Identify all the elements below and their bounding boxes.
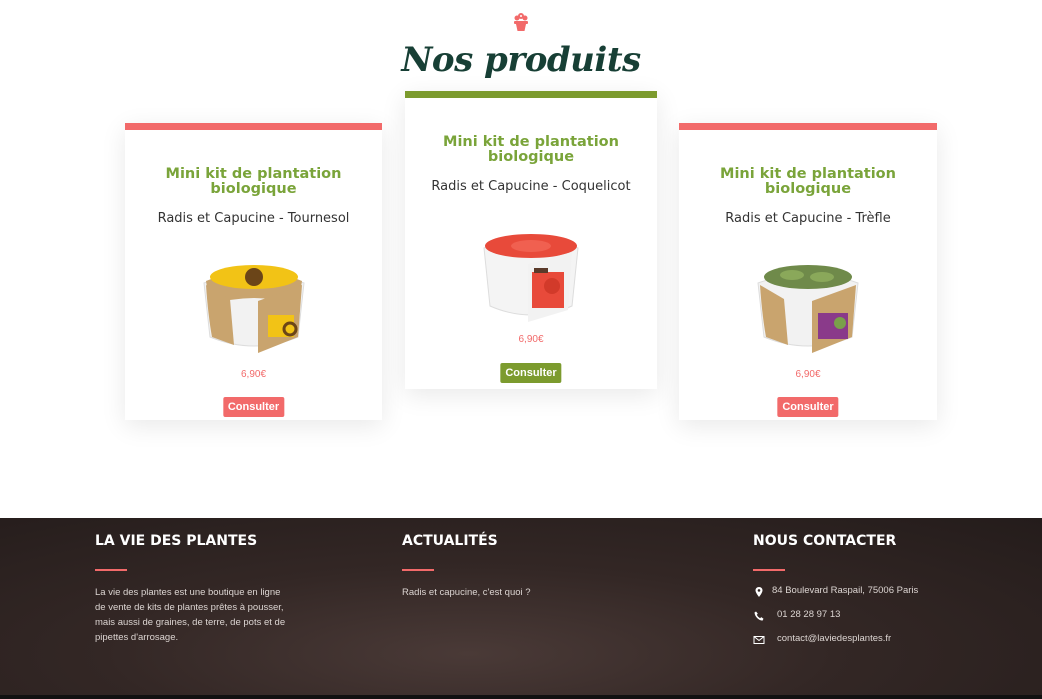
- footer-about-title: LA VIE DES PLANTES: [95, 533, 258, 549]
- product-price: 6,90€: [518, 334, 544, 345]
- product-subtitle: Radis et Capucine - Tournesol: [157, 211, 350, 226]
- bottom-strip: [0, 695, 1042, 699]
- product-card: Mini kit de plantation biologique Radis …: [679, 123, 937, 420]
- product-title[interactable]: Mini kit de plantation biologique: [405, 135, 657, 165]
- product-card: Mini kit de plantation biologique Radis …: [405, 91, 657, 389]
- about-line: pipettes d'arrosage.: [95, 632, 179, 643]
- product-subtitle: Radis et Capucine - Trèfle: [725, 211, 891, 226]
- product-subtitle: Radis et Capucine - Coquelicot: [431, 179, 631, 194]
- title-underline: [95, 569, 127, 571]
- product-price: 6,90€: [240, 369, 267, 380]
- envelope-icon: [753, 636, 765, 644]
- email-link[interactable]: contact@laviedesplantes.fr: [777, 633, 891, 644]
- card-accent-bar: [405, 91, 657, 98]
- product-price: 6,90€: [795, 369, 821, 380]
- product-image-poppy-kit[interactable]: [472, 226, 590, 332]
- about-line: La vie des plantes est une boutique en l…: [95, 587, 281, 598]
- map-pin-icon: [755, 587, 763, 597]
- consult-button[interactable]: Consulter: [222, 397, 285, 417]
- product-image-clover-kit[interactable]: [748, 255, 868, 363]
- product-card: Mini kit de plantation biologique Radis …: [125, 123, 382, 420]
- footer-news-title: ACTUALITÉS: [402, 533, 498, 549]
- title-underline: [402, 569, 434, 571]
- phone-text[interactable]: 01 28 28 97 13: [777, 609, 840, 620]
- flower-pot-icon: [514, 13, 528, 31]
- card-accent-bar: [125, 123, 382, 130]
- about-line: mais aussi de graines, de terre, de pots…: [95, 617, 286, 628]
- product-title[interactable]: Mini kit de plantation biologique: [679, 167, 937, 197]
- consult-button[interactable]: Consulter: [500, 363, 562, 383]
- site-footer: LA VIE DES PLANTES La vie des plantes es…: [0, 518, 1042, 699]
- footer-contact-title: NOUS CONTACTER: [753, 533, 897, 549]
- about-line: de vente de kits de plantes prêtes à pou…: [95, 602, 284, 613]
- footer-about-text: La vie des plantes est une boutique en l…: [95, 585, 335, 645]
- consult-button[interactable]: Consulter: [777, 397, 839, 417]
- section-title: Nos produits: [401, 40, 641, 80]
- phone-icon: [754, 611, 764, 621]
- card-accent-bar: [679, 123, 937, 130]
- address-text: 84 Boulevard Raspail, 75006 Paris: [772, 585, 919, 596]
- product-title[interactable]: Mini kit de plantation biologique: [125, 167, 382, 197]
- news-link[interactable]: Radis et capucine, c'est quoi ?: [402, 585, 531, 600]
- product-image-sunflower-kit[interactable]: [194, 255, 314, 363]
- title-underline: [753, 569, 785, 571]
